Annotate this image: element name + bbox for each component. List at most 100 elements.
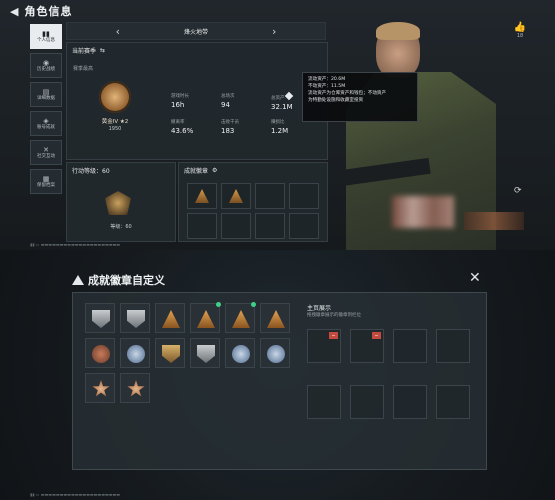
archive-icon: ▦ (42, 174, 50, 183)
tab-label: 个人信息 (37, 38, 55, 43)
refresh-icon[interactable]: ⟳ (514, 186, 522, 196)
operator-hair (376, 22, 420, 40)
display-title: 主页展示 (307, 305, 332, 312)
shield-badge-icon (127, 310, 145, 328)
tab-label: 历史战绩 (37, 67, 55, 72)
emblem-badge-icon (127, 345, 145, 363)
back-arrow-icon[interactable]: ◀ (10, 5, 18, 18)
swap-icon[interactable]: ⇆ (100, 47, 105, 54)
badge-item[interactable] (120, 303, 150, 333)
stat-value: 1.2M (271, 127, 289, 135)
stats-title: 当前赛季 (72, 48, 97, 55)
chevron-right-icon[interactable]: › (272, 25, 276, 38)
new-indicator-icon (216, 302, 221, 307)
rank-section-label: 赛季最高 (73, 66, 94, 72)
shield-badge-icon (162, 345, 180, 363)
badge-item[interactable] (155, 303, 185, 333)
profile-screen: ◀ 角色信息 👍 18 ▮▮ 个人信息 ◉ 历史战绩 ▤ 详细数据 ◈ 账号成就… (0, 0, 555, 250)
display-slot[interactable] (350, 385, 384, 419)
achievement-slot[interactable] (289, 213, 319, 239)
new-indicator-icon (251, 302, 256, 307)
emblem-badge-icon (232, 345, 250, 363)
badge-item[interactable] (155, 338, 185, 368)
stat-value: 183 (221, 127, 235, 135)
equipment-icons (464, 212, 524, 230)
tab-label: 详细数据 (37, 96, 55, 101)
display-slot[interactable] (436, 385, 470, 419)
display-slot[interactable] (436, 329, 470, 363)
achievement-slot[interactable] (255, 183, 285, 209)
display-slots: – – (307, 329, 470, 419)
badge-item[interactable] (85, 373, 115, 403)
warning-icon (72, 275, 84, 285)
chevron-left-icon[interactable]: ‹ (116, 25, 120, 38)
remove-badge-button[interactable]: – (372, 332, 381, 339)
badge-item[interactable] (190, 302, 221, 333)
tab-history[interactable]: ◉ 历史战绩 (30, 53, 62, 78)
badge-item[interactable] (260, 338, 290, 368)
tooltip-line: 流动资产为仓库资产和钱包；不动资产 (308, 91, 387, 97)
stat-label: 总场次 (221, 94, 235, 99)
display-slot[interactable] (393, 329, 427, 363)
triangle-badge-icon (267, 310, 285, 328)
achievement-slot[interactable] (187, 183, 217, 209)
achievement-slot[interactable] (187, 213, 217, 239)
remove-badge-button[interactable]: – (329, 332, 338, 339)
rank-name: 黄金IV ★2 (101, 119, 129, 125)
assets-tooltip: 流动资产：20.6M 不动资产：11.5M 流动资产为仓库资产和钱包；不动资产 … (302, 72, 418, 122)
level-label: 等级：60 (110, 224, 132, 230)
tab-detail-data[interactable]: ▤ 详细数据 (30, 82, 62, 107)
badge-item[interactable] (260, 303, 290, 333)
stat-operators-defeated: 击败干员 183 (221, 119, 271, 135)
display-slot[interactable] (307, 385, 341, 419)
triangle-badge-icon (197, 310, 215, 328)
profile-main-panel: ‹ 烽火地带 › 当前赛季 ⇆ 赛季最高 黄金IV ★2 1950 游戏时长 1… (66, 22, 328, 242)
display-slot[interactable]: – (307, 329, 341, 363)
close-icon[interactable]: ✕ (469, 270, 481, 286)
footer-watermark: ▮▮ ▭ ▬▬▬▬▬▬▬▬▬▬▬▬▬▬▬▬▬▬▬▬▬ (30, 242, 121, 247)
tooltip-line: 为特勤处设施和收藏室投资 (308, 98, 364, 104)
info-icon[interactable] (284, 91, 294, 101)
gear-icon[interactable]: ⚙ (212, 167, 217, 174)
achievement-slot[interactable] (289, 183, 319, 209)
badge-item[interactable] (120, 373, 150, 403)
badge-item[interactable] (190, 338, 220, 368)
stat-total-matches: 总场次 94 (221, 93, 271, 111)
badge-item[interactable] (85, 338, 115, 368)
bar-chart-icon: ▮▮ (42, 29, 50, 38)
tab-account-achievements[interactable]: ◈ 账号成就 (30, 111, 62, 136)
level-title: 行动等级：60 (72, 168, 110, 175)
badge-item[interactable] (85, 303, 115, 333)
tooltip-line: 流动资产：20.6M (308, 77, 346, 82)
stat-extract-rate: 撤离率 43.6% (171, 119, 221, 135)
shield-badge-icon (92, 310, 110, 328)
badge-inventory-grid (85, 302, 290, 403)
list-icon: ▤ (42, 87, 50, 96)
triangle-badge-icon (195, 189, 209, 203)
achievement-slot[interactable] (221, 183, 251, 209)
badge-item[interactable] (225, 302, 256, 333)
triangle-badge-icon (162, 310, 180, 328)
season-name: 烽火地带 (183, 28, 208, 36)
page-title: 角色信息 (24, 5, 73, 18)
like-count: 18 (516, 33, 524, 39)
achievement-title: 成就徽章 (184, 168, 209, 175)
display-slot[interactable]: – (350, 329, 384, 363)
achievement-slot[interactable] (255, 213, 285, 239)
achievement-slots (187, 183, 319, 239)
tab-label: 保留档案 (37, 183, 55, 188)
social-icon: ✕ (43, 145, 49, 154)
rank-box: 赛季最高 黄金IV ★2 1950 (73, 65, 157, 151)
achievement-badges-card: 成就徽章 ⚙ (178, 162, 328, 242)
tab-archive[interactable]: ▦ 保留档案 (30, 169, 62, 194)
level-emblem-icon (105, 191, 131, 215)
tab-personal-info[interactable]: ▮▮ 个人信息 (30, 24, 62, 49)
achievement-slot[interactable] (221, 213, 251, 239)
tab-label: 账号成就 (37, 125, 55, 130)
badge-customize-screen: 成就徽章自定义 ✕ 主页展示 拖拽徽章展示的徽章到栏位 – – ▮▮ ▭ ▬▬▬… (0, 250, 555, 500)
badge-item[interactable] (120, 338, 150, 368)
tab-social[interactable]: ✕ 社交互动 (30, 140, 62, 165)
badge-item[interactable] (225, 338, 255, 368)
blurred-name-plate (392, 196, 454, 228)
display-slot[interactable] (393, 385, 427, 419)
